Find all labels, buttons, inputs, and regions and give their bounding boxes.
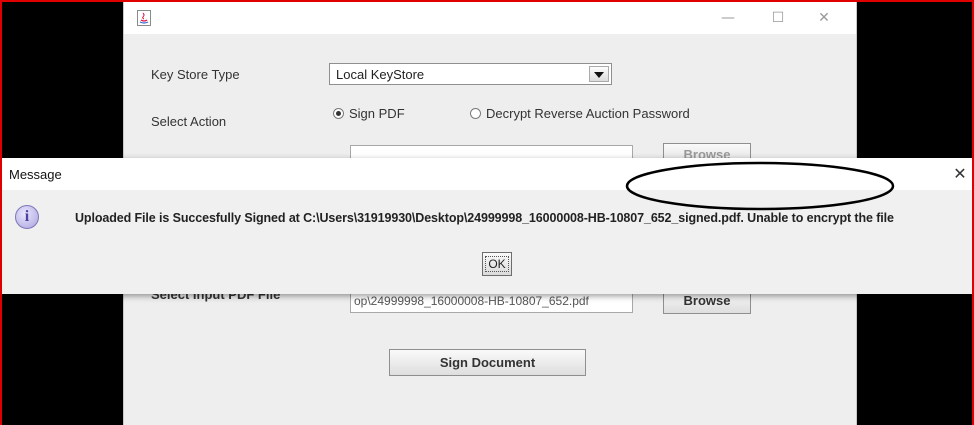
close-button[interactable]: ✕ [804,6,844,30]
select-action-label: Select Action [151,114,227,129]
ok-button-label: OK [485,256,509,272]
radio-sign-pdf-label[interactable]: Sign PDF [349,106,405,121]
radio-decrypt-password[interactable] [470,108,481,119]
radio-sign-pdf[interactable] [333,108,344,119]
dialog-close-icon[interactable]: ✕ [950,164,970,184]
key-store-type-label: Key Store Type [151,67,240,82]
dialog-title: Message [9,167,62,182]
minimize-button[interactable]: — [708,6,748,30]
info-icon: i [15,205,39,229]
chevron-down-icon[interactable] [589,66,609,82]
java-icon [137,10,151,26]
dialog-message: Uploaded File is Succesfully Signed at C… [75,211,894,225]
key-store-type-value: Local KeyStore [336,67,425,82]
radio-decrypt-password-label[interactable]: Decrypt Reverse Auction Password [486,106,690,121]
ok-button[interactable]: OK [482,252,512,276]
dialog-titlebar: Message ✕ [0,158,974,190]
message-dialog: Message ✕ i Uploaded File is Succesfully… [0,158,974,294]
maximize-button[interactable]: ☐ [758,6,798,30]
key-store-type-select[interactable]: Local KeyStore [329,63,612,85]
sign-document-button[interactable]: Sign Document [389,349,586,376]
window-titlebar: — ☐ ✕ [124,2,856,34]
